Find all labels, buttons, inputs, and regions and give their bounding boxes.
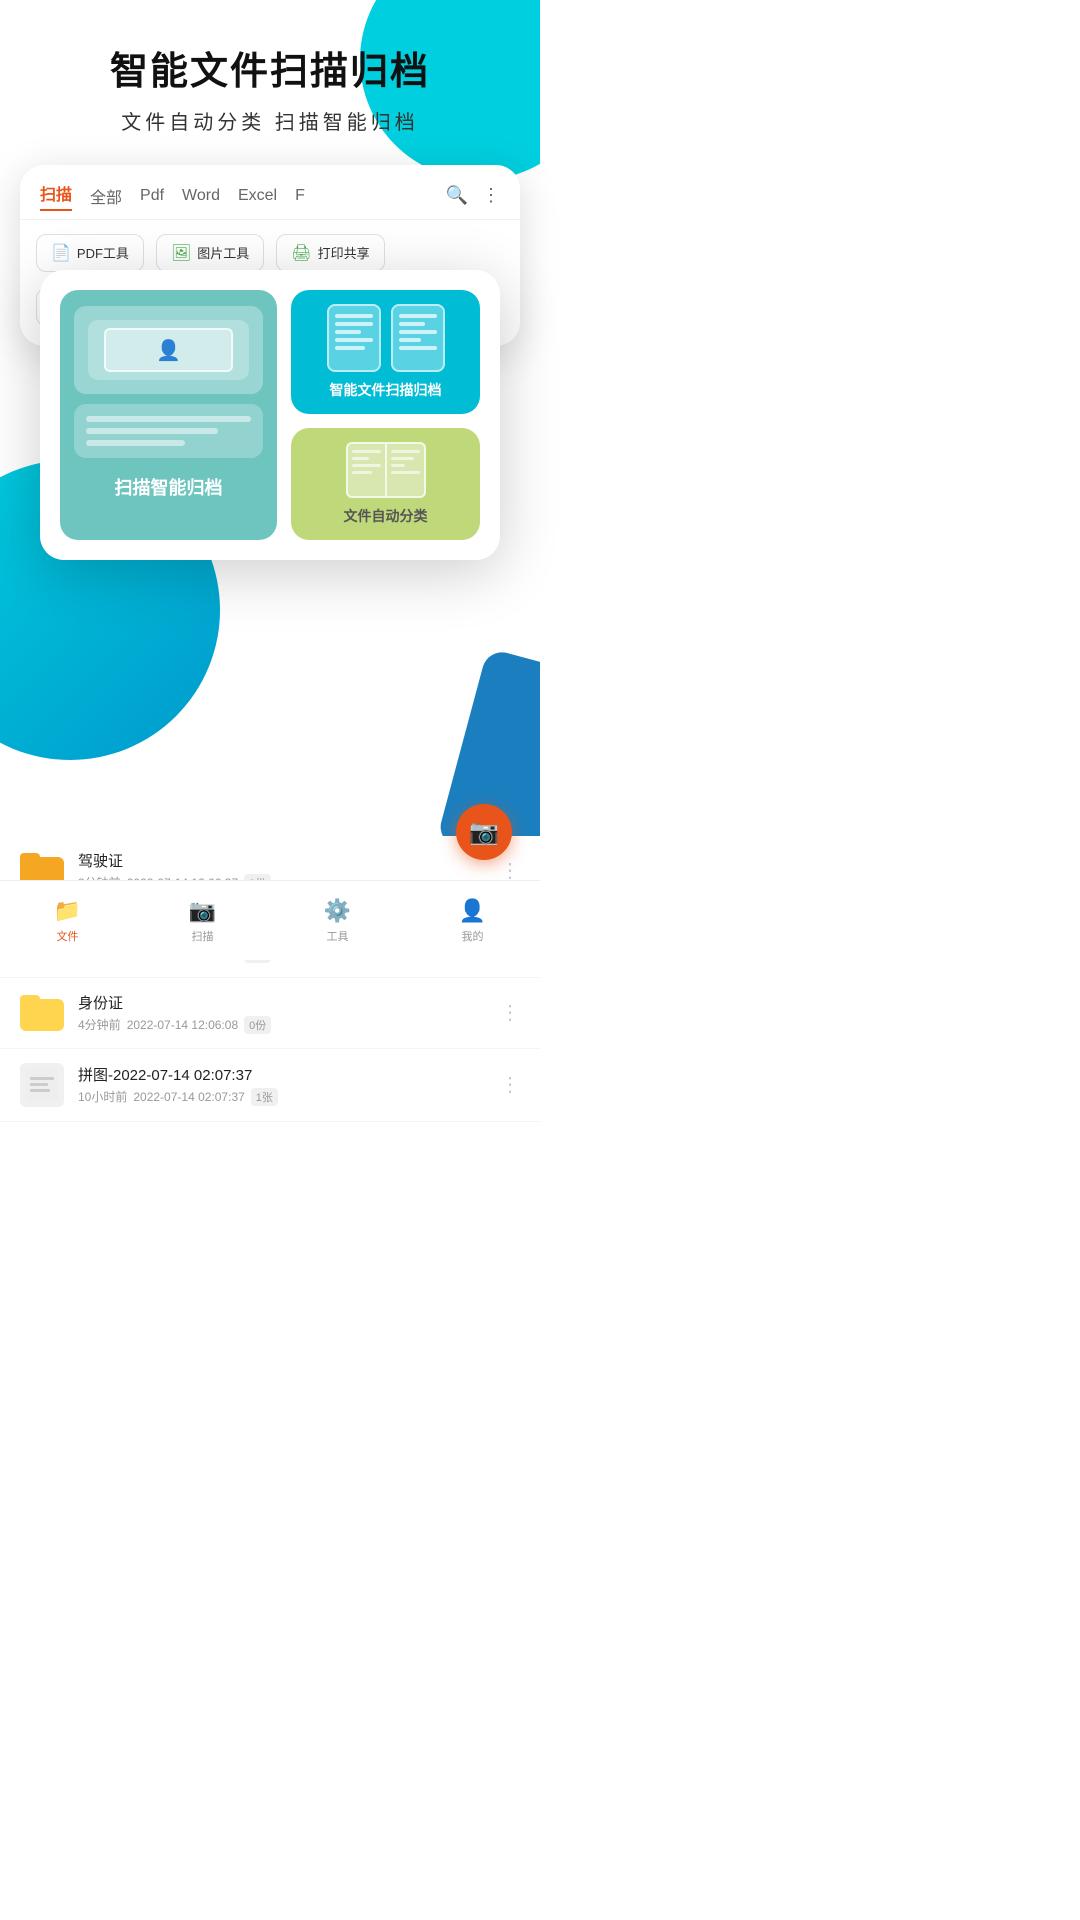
doc-thumbnail-icon bbox=[20, 1063, 64, 1107]
doc-lines-area bbox=[74, 404, 263, 458]
nav-tools[interactable]: ⚙️ 工具 bbox=[270, 898, 405, 944]
file-list: 驾驶证 3分钟前 2022-07-14 12:06:37 0份 ⋮ 银行卡 3分… bbox=[0, 836, 540, 1122]
more-icon[interactable]: ⋮ bbox=[500, 1000, 520, 1025]
more-icon[interactable]: ⋮ bbox=[500, 1072, 520, 1097]
tab-all[interactable]: 全部 bbox=[90, 184, 122, 208]
tools-nav-label: 工具 bbox=[327, 928, 349, 944]
right-features: 智能文件扫描归档 文件自动分类 bbox=[291, 290, 480, 540]
files-nav-label: 文件 bbox=[57, 928, 79, 944]
image-tool-label: 图片工具 bbox=[197, 243, 249, 262]
tab-word[interactable]: Word bbox=[182, 187, 220, 205]
smart-scan-label: 智能文件扫描归档 bbox=[330, 380, 442, 400]
file-item-pinjitu[interactable]: 拼图-2022-07-14 02:07:37 10小时前 2022-07-14 … bbox=[0, 1049, 540, 1122]
tab-scan[interactable]: 扫描 bbox=[40, 181, 72, 211]
doc-line-1 bbox=[86, 416, 251, 422]
tabs-row: 扫描 全部 Pdf Word Excel F 🔍 ⋮ bbox=[20, 165, 520, 220]
nav-scan[interactable]: 📷 扫描 bbox=[135, 898, 270, 944]
file-badge: 1张 bbox=[251, 1088, 278, 1106]
book-icon bbox=[346, 442, 426, 498]
doc-icons-row bbox=[327, 304, 445, 372]
doc-icon-2 bbox=[391, 304, 445, 372]
doc-line-2 bbox=[86, 428, 218, 434]
file-meta: 10小时前 2022-07-14 02:07:37 1张 bbox=[78, 1088, 486, 1106]
print-tool-button[interactable]: 🖨 打印共享 bbox=[276, 234, 384, 272]
more-options-icon[interactable]: ⋮ bbox=[482, 185, 500, 206]
file-badge: 0份 bbox=[244, 1016, 271, 1034]
file-name: 拼图-2022-07-14 02:07:37 bbox=[78, 1064, 486, 1085]
search-icon[interactable]: 🔍 bbox=[446, 185, 468, 206]
doc-icon-1 bbox=[327, 304, 381, 372]
scan-nav-icon: 📷 bbox=[189, 898, 216, 924]
scan-smart-archive[interactable]: 👤 扫描智能归档 bbox=[60, 290, 277, 540]
smart-scan-box[interactable]: 智能文件扫描归档 bbox=[291, 290, 480, 414]
auto-classify-box[interactable]: 文件自动分类 bbox=[291, 428, 480, 540]
bottom-nav: 📁 文件 📷 扫描 ⚙️ 工具 👤 我的 bbox=[0, 880, 540, 960]
profile-nav-label: 我的 bbox=[462, 928, 484, 944]
profile-nav-icon: 👤 bbox=[459, 898, 486, 924]
file-name: 身份证 bbox=[78, 992, 486, 1013]
nav-profile[interactable]: 👤 我的 bbox=[405, 898, 540, 944]
file-info: 拼图-2022-07-14 02:07:37 10小时前 2022-07-14 … bbox=[78, 1064, 486, 1106]
tab-pdf[interactable]: Pdf bbox=[140, 187, 164, 205]
tabs-icons: 🔍 ⋮ bbox=[446, 185, 500, 206]
pdf-tool-label: PDF工具 bbox=[77, 243, 129, 262]
id-card-area: 👤 bbox=[74, 306, 263, 394]
tools-nav-icon: ⚙️ bbox=[324, 898, 351, 924]
print-icon: 🖨 bbox=[291, 243, 311, 263]
pdf-icon: 📄 bbox=[51, 243, 71, 263]
scan-archive-label: 扫描智能归档 bbox=[74, 474, 263, 500]
page-title: 智能文件扫描归档 bbox=[40, 50, 500, 96]
tab-excel[interactable]: Excel bbox=[238, 187, 277, 205]
auto-classify-label: 文件自动分类 bbox=[344, 506, 428, 526]
popup-card: 👤 扫描智能归档 bbox=[40, 270, 500, 560]
tab-f[interactable]: F bbox=[295, 187, 305, 205]
file-meta: 4分钟前 2022-07-14 12:06:08 0份 bbox=[78, 1016, 486, 1034]
scan-nav-label: 扫描 bbox=[192, 928, 214, 944]
page-subtitle: 文件自动分类 扫描智能归档 bbox=[40, 106, 500, 135]
folder-icon bbox=[20, 995, 64, 1031]
files-nav-icon: 📁 bbox=[54, 898, 81, 924]
file-name: 驾驶证 bbox=[78, 850, 486, 871]
image-icon: 🖼 bbox=[171, 243, 191, 263]
camera-fab-button[interactable]: 📷 bbox=[456, 804, 512, 860]
camera-icon: 📷 bbox=[469, 818, 499, 847]
nav-files[interactable]: 📁 文件 bbox=[0, 898, 135, 944]
id-card-icon: 👤 bbox=[88, 320, 249, 380]
print-tool-label: 打印共享 bbox=[318, 243, 370, 262]
thumbnail-svg bbox=[26, 1069, 58, 1101]
doc-line-3 bbox=[86, 440, 185, 446]
image-tool-button[interactable]: 🖼 图片工具 bbox=[156, 234, 264, 272]
file-item-shenfenzheng[interactable]: 身份证 4分钟前 2022-07-14 12:06:08 0份 ⋮ bbox=[0, 978, 540, 1049]
file-info: 身份证 4分钟前 2022-07-14 12:06:08 0份 bbox=[78, 992, 486, 1034]
header: 智能文件扫描归档 文件自动分类 扫描智能归档 bbox=[0, 0, 540, 155]
person-silhouette-icon: 👤 bbox=[156, 338, 181, 363]
pdf-tool-button[interactable]: 📄 PDF工具 bbox=[36, 234, 144, 272]
